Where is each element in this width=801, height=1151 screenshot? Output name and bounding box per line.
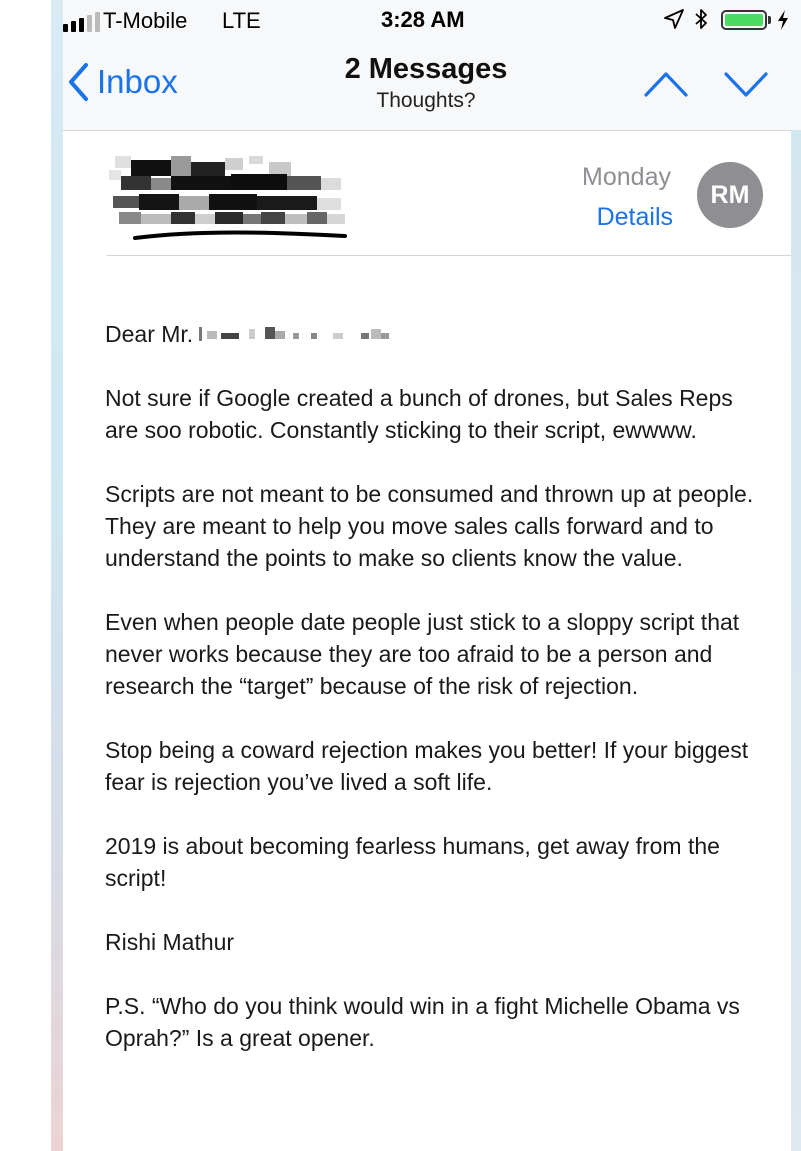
signal-strength-icon (63, 12, 100, 32)
message-body: Dear Mr. Not sure if Google created a bu… (105, 318, 765, 1086)
status-time: 3:28 AM (381, 7, 465, 32)
redacted-sender-name (109, 156, 347, 240)
charging-icon (778, 10, 788, 30)
left-margin (0, 0, 51, 1151)
greeting-text: Dear Mr. (105, 321, 194, 347)
details-link[interactable]: Details (597, 203, 673, 232)
body-paragraph: Even when people date people just stick … (105, 609, 740, 699)
navigation-bar: Inbox 2 Messages Thoughts? (51, 40, 801, 131)
battery-icon (721, 10, 767, 30)
redacted-recipient-name (199, 327, 390, 341)
mail-screen: T-Mobile LTE 3:28 AM Inbox 2 Messages Th… (51, 0, 801, 1151)
left-background-strip (51, 0, 63, 1151)
header-divider (107, 255, 801, 256)
body-paragraph: Stop being a coward rejection makes you … (105, 737, 749, 795)
greeting-line: Dear Mr. (105, 318, 765, 350)
signature: Rishi Mathur (105, 929, 235, 955)
location-arrow-icon (664, 9, 684, 29)
message-header: Monday Details RM (51, 130, 801, 256)
avatar[interactable]: RM (697, 162, 763, 228)
carrier-label: T-Mobile (103, 8, 188, 33)
battery-tip (768, 16, 771, 24)
previous-message-button[interactable] (643, 68, 689, 100)
message-date: Monday (582, 163, 671, 191)
body-paragraph: Scripts are not meant to be consumed and… (105, 481, 754, 571)
body-paragraph: 2019 is about becoming fearless humans, … (105, 833, 720, 891)
postscript: P.S. “Who do you think would win in a fi… (105, 993, 740, 1051)
body-paragraph: Not sure if Google created a bunch of dr… (105, 385, 733, 443)
network-type-label: LTE (222, 8, 261, 33)
bluetooth-icon (695, 9, 707, 29)
right-background-strip (791, 130, 801, 1151)
status-bar: T-Mobile LTE 3:28 AM (51, 0, 801, 40)
next-message-button[interactable] (723, 68, 769, 100)
